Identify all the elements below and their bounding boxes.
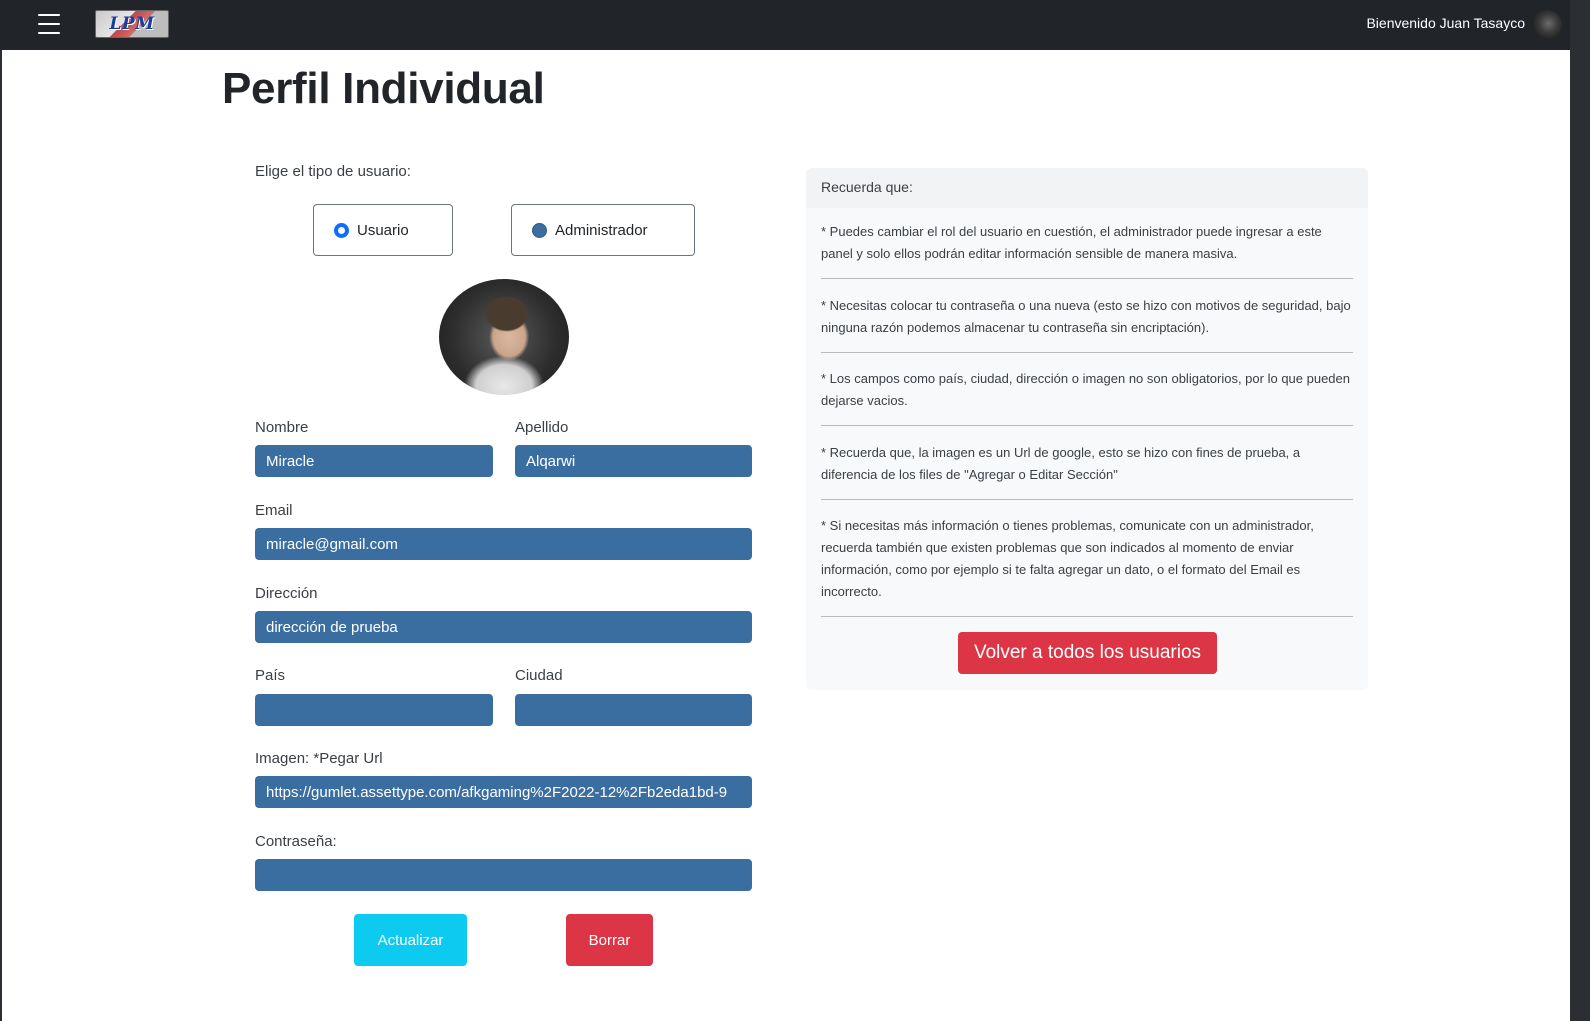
radio-usuario-label: Usuario — [357, 221, 409, 239]
profile-picture — [439, 279, 569, 395]
window-border-left — [0, 0, 2, 1021]
window-border-right — [1570, 0, 1590, 1021]
update-button[interactable]: Actualizar — [354, 914, 467, 966]
pais-field[interactable] — [255, 694, 493, 726]
pais-label: País — [255, 667, 286, 684]
welcome-text: Bienvenido Juan Tasayco — [1366, 15, 1525, 31]
note-item: * Los campos como país, ciudad, direcció… — [821, 368, 1353, 426]
direccion-field[interactable]: dirección de prueba — [255, 611, 752, 643]
contrasena-label: Contraseña: — [255, 833, 337, 850]
info-panel: Recuerda que: * Puedes cambiar el rol de… — [806, 168, 1368, 690]
email-field[interactable]: miracle@gmail.com — [255, 528, 752, 560]
user-type-label: Elige el tipo de usuario: — [255, 163, 411, 180]
back-to-users-button[interactable]: Volver a todos los usuarios — [958, 632, 1217, 674]
radio-usuario[interactable]: Usuario — [313, 204, 453, 256]
ciudad-field[interactable] — [515, 694, 752, 726]
nombre-label: Nombre — [255, 419, 309, 436]
top-navbar: LPM Bienvenido Juan Tasayco — [0, 0, 1590, 50]
note-item: * Necesitas colocar tu contraseña o una … — [821, 295, 1353, 353]
avatar[interactable] — [1532, 10, 1562, 40]
site-logo[interactable]: LPM — [95, 10, 169, 38]
radio-unchecked-icon — [532, 222, 547, 238]
imagen-url-field[interactable]: https://gumlet.assettype.com/afkgaming%2… — [255, 776, 752, 808]
ciudad-label: Ciudad — [515, 667, 563, 684]
radio-administrador[interactable]: Administrador — [511, 204, 695, 256]
radio-checked-icon — [334, 222, 349, 238]
apellido-field[interactable]: Alqarwi — [515, 445, 752, 477]
direccion-label: Dirección — [255, 585, 318, 602]
apellido-label: Apellido — [515, 419, 569, 436]
note-item: * Si necesitas más información o tienes … — [821, 515, 1353, 617]
note-item: * Puedes cambiar el rol del usuario en c… — [821, 221, 1353, 279]
nombre-field[interactable]: Miracle — [255, 445, 493, 477]
imagen-label: Imagen: *Pegar Url — [255, 750, 383, 767]
password-field[interactable] — [255, 859, 752, 891]
radio-administrador-label: Administrador — [555, 221, 648, 239]
email-label: Email — [255, 502, 293, 519]
page-title: Perfil Individual — [222, 64, 545, 113]
hamburger-menu-icon[interactable] — [38, 14, 60, 34]
note-item: * Recuerda que, la imagen es un Url de g… — [821, 442, 1353, 500]
info-panel-header: Recuerda que: — [806, 168, 1368, 208]
delete-button[interactable]: Borrar — [566, 914, 653, 966]
logo-text: LPM — [109, 14, 155, 34]
